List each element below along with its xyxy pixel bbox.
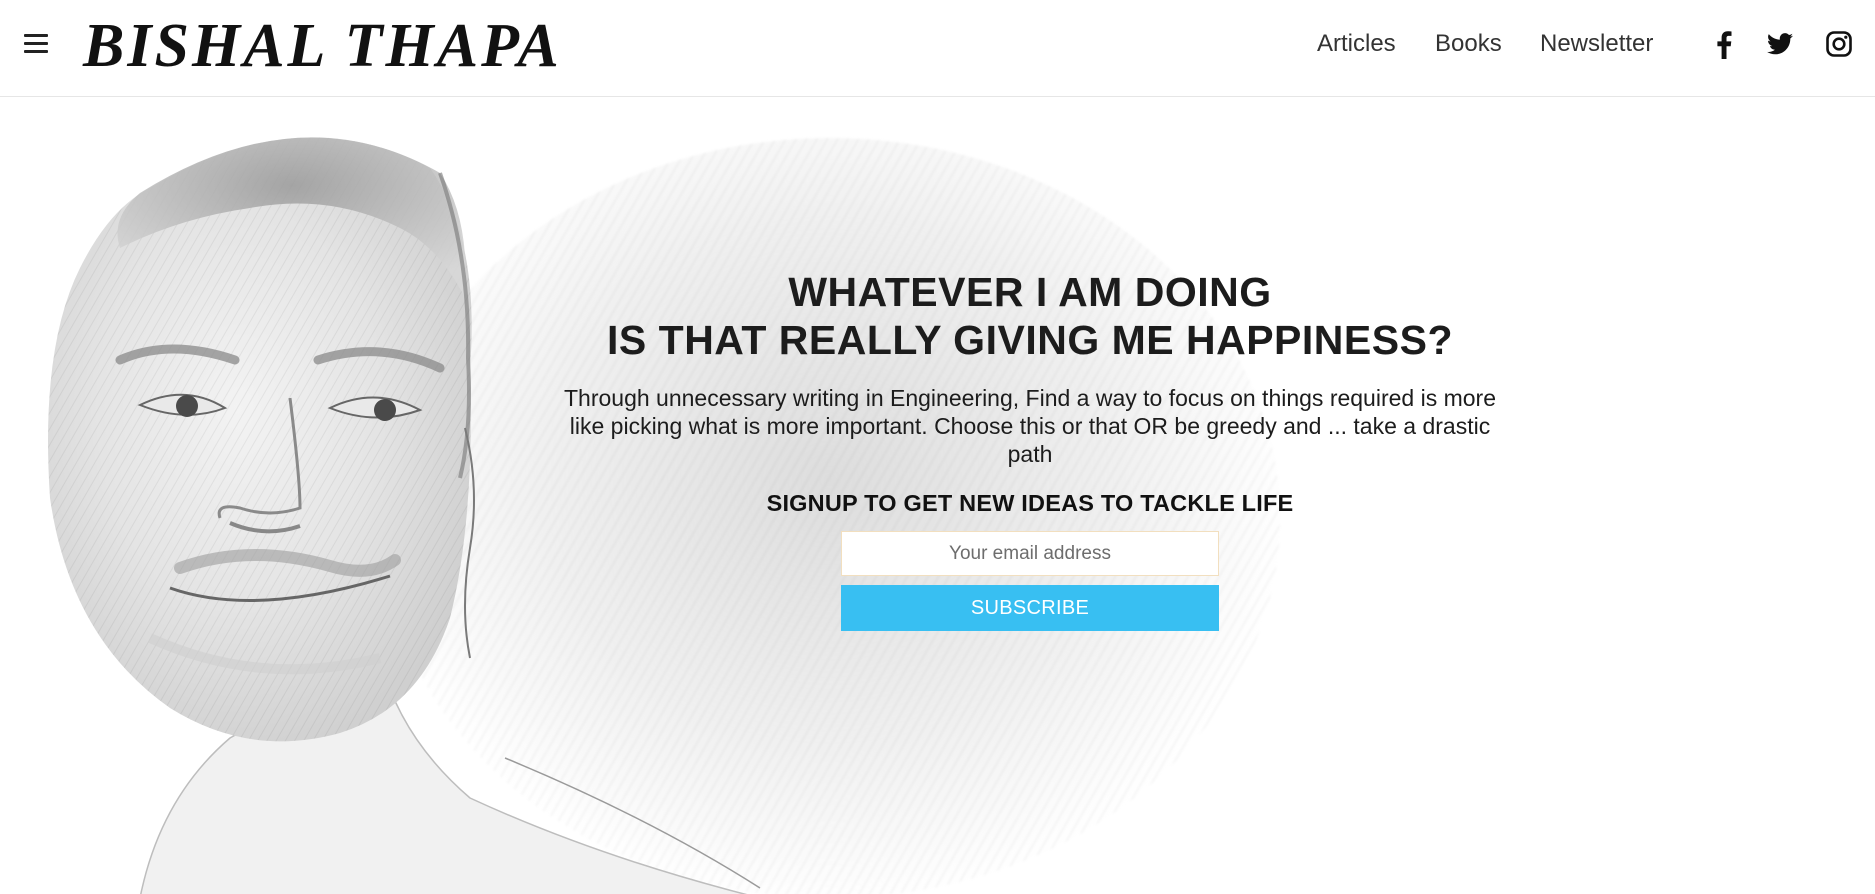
facebook-icon[interactable]	[1716, 31, 1732, 59]
signup-heading: SIGNUP TO GET NEW IDEAS TO TACKLE LIFE	[766, 490, 1294, 516]
site-logo[interactable]: BISHAL THAPA	[83, 6, 562, 87]
subscribe-button[interactable]: SUBSCRIBE	[841, 585, 1219, 631]
nav-books[interactable]: Books	[1435, 30, 1502, 58]
twitter-icon[interactable]	[1767, 33, 1793, 55]
hero-headline: WHATEVER I AM DOING IS THAT REALLY GIVIN…	[530, 268, 1530, 364]
hamburger-menu-icon[interactable]	[24, 34, 48, 54]
hero-description: Through unnecessary writing in Engineeri…	[564, 385, 1496, 467]
hero-content: WHATEVER I AM DOING IS THAT REALLY GIVIN…	[530, 268, 1530, 631]
nav-newsletter[interactable]: Newsletter	[1540, 30, 1653, 58]
site-header: BISHAL THAPA Articles Books Newsletter	[0, 0, 1875, 97]
hero-section: WHATEVER I AM DOING IS THAT REALLY GIVIN…	[0, 98, 1875, 894]
headline-line-1: WHATEVER I AM DOING	[788, 269, 1272, 315]
headline-line-2: IS THAT REALLY GIVING ME HAPPINESS?	[607, 317, 1453, 363]
instagram-icon[interactable]	[1826, 31, 1852, 57]
nav-articles[interactable]: Articles	[1317, 30, 1396, 58]
email-input[interactable]	[841, 531, 1219, 576]
